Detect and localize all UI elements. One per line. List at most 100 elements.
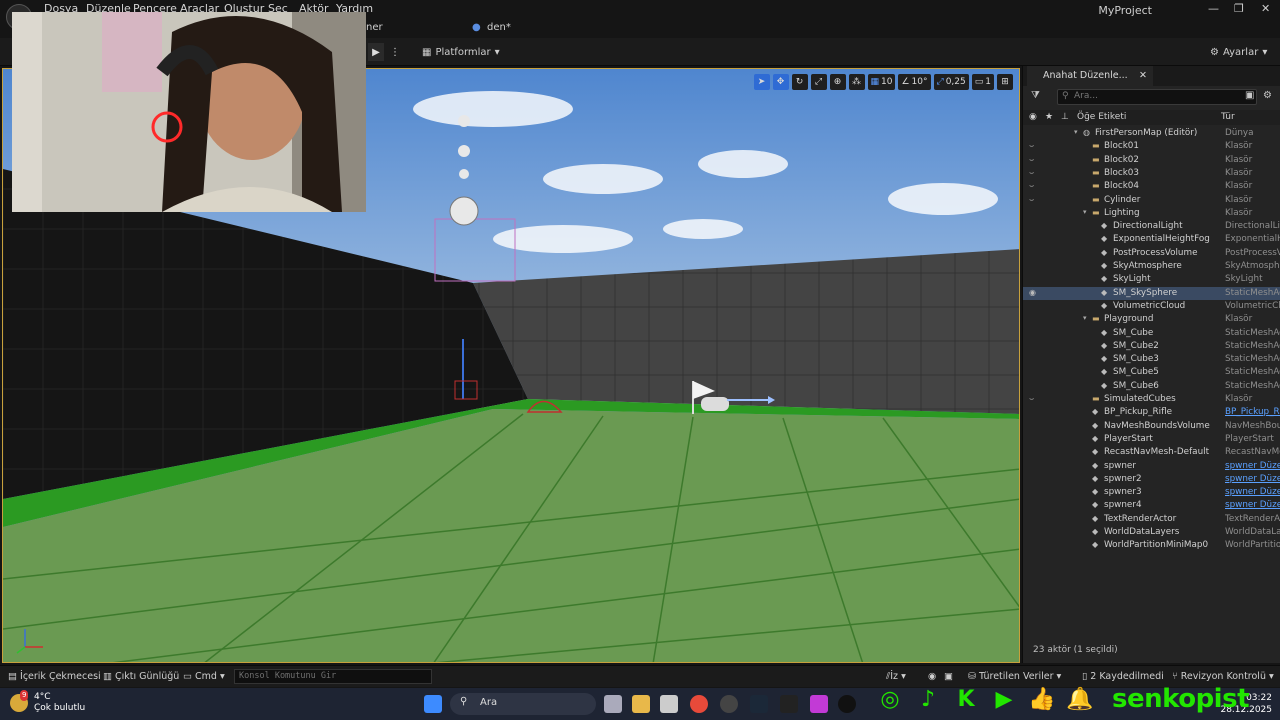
task-view-icon[interactable] — [604, 695, 622, 713]
rotate-icon[interactable]: ↻ — [791, 74, 808, 90]
outliner-row[interactable]: ⌣ ▬ Block03 Klasör — [1023, 167, 1280, 180]
trace-button[interactable]: ⫽İz ▾ — [886, 671, 906, 682]
screenshot-icon[interactable]: ▣ — [944, 671, 953, 682]
outliner-row[interactable]: ▾ ▬ Playground Klasör — [1023, 313, 1280, 326]
outliner-row[interactable]: ◆ VolumetricCloud VolumetricClo — [1023, 300, 1280, 313]
visibility-toggle-icon[interactable]: ⌣ — [1029, 394, 1034, 404]
visibility-toggle-icon[interactable]: ◉ — [1029, 288, 1036, 297]
star-column-icon[interactable]: ★ — [1045, 112, 1053, 122]
tab-level[interactable]: den* — [487, 22, 511, 33]
surface-snap-icon[interactable]: ⁂ — [848, 74, 865, 90]
outliner-row[interactable]: ⌣ ▬ SimulatedCubes Klasör — [1023, 393, 1280, 406]
weather-widget[interactable]: 9 4°C Çok bulutlu — [10, 690, 85, 714]
visibility-column-icon[interactable]: ◉ — [1029, 112, 1037, 122]
close-icon[interactable]: ✕ — [1261, 2, 1270, 15]
outliner-row[interactable]: ◆ SM_Cube5 StaticMeshAc — [1023, 366, 1280, 379]
play-options-icon[interactable]: ⋮ — [390, 43, 400, 61]
outliner-row[interactable]: ◆ spwner3 spwner Düzer — [1023, 486, 1280, 499]
scale-icon[interactable]: ⤢ — [810, 74, 827, 90]
outliner-row-type[interactable]: spwner Düzer — [1225, 461, 1280, 471]
tab-outliner[interactable]: Anahat Düzenle... ✕ — [1027, 66, 1153, 86]
filter-icon[interactable]: ⧩ — [1031, 90, 1040, 101]
file-explorer-icon[interactable] — [632, 695, 650, 713]
outliner-row[interactable]: ◆ SkyLight SkyLight — [1023, 273, 1280, 286]
visibility-toggle-icon[interactable]: ⌣ — [1029, 168, 1034, 178]
play-icon[interactable]: ▶ — [368, 43, 384, 61]
outliner-row[interactable]: ◆ WorldDataLayers WorldDataLay — [1023, 526, 1280, 539]
outliner-row[interactable]: ◆ PlayerStart PlayerStart — [1023, 433, 1280, 446]
close-icon[interactable]: ✕ — [1139, 70, 1147, 81]
outliner-row[interactable]: ◆ spwner2 spwner Düzer — [1023, 473, 1280, 486]
output-log-button[interactable]: ▥ Çıktı Günlüğü — [103, 671, 179, 682]
visibility-toggle-icon[interactable]: ⌣ — [1029, 155, 1034, 165]
rotation-snap-button[interactable]: ∠ 10° — [898, 74, 931, 90]
unsaved-button[interactable]: ▯ 2 Kaydedilmedi — [1082, 671, 1164, 682]
unreal-engine-icon[interactable] — [838, 695, 856, 713]
outliner-row[interactable]: ⌣ ▬ Cylinder Klasör — [1023, 194, 1280, 207]
platforms-button[interactable]: ▦ Platformlar ▾ — [422, 43, 500, 61]
outliner-row[interactable]: ◆ SM_Cube StaticMeshAc — [1023, 327, 1280, 340]
cmd-dropdown[interactable]: ▭ Cmd ▾ — [183, 671, 225, 682]
derived-data-button[interactable]: ⛁ Türetilen Veriler ▾ — [968, 671, 1061, 682]
taskbar-search[interactable]: ⚲ Ara — [450, 693, 596, 715]
outliner-row[interactable]: ◆ PostProcessVolume PostProcessV — [1023, 247, 1280, 260]
outliner-row[interactable]: ◆ SM_Cube3 StaticMeshAc — [1023, 353, 1280, 366]
column-type[interactable]: Tür — [1221, 112, 1235, 122]
maximize-icon[interactable]: ❐ — [1234, 2, 1244, 15]
visibility-toggle-icon[interactable]: ⌣ — [1029, 195, 1034, 205]
outliner-row[interactable]: ◆ RecastNavMesh-Default RecastNavMe — [1023, 446, 1280, 459]
scale-snap-button[interactable]: ⤢ 0,25 — [933, 74, 969, 90]
outliner-row[interactable]: ▾ ◍ FirstPersonMap (Editör) Dünya — [1023, 127, 1280, 140]
visibility-toggle-icon[interactable]: ⌣ — [1029, 141, 1034, 151]
windows-start-icon[interactable] — [424, 695, 442, 713]
camera-speed-button[interactable]: ▭ 1 — [971, 74, 994, 90]
add-folder-icon[interactable]: ▣ — [1245, 90, 1254, 101]
expand-arrow-icon[interactable]: ▾ — [1074, 128, 1078, 136]
expand-arrow-icon[interactable]: ▾ — [1083, 314, 1087, 322]
chrome-icon[interactable] — [690, 695, 708, 713]
outliner-row[interactable]: ⌣ ▬ Block04 Klasör — [1023, 180, 1280, 193]
app-icon[interactable] — [810, 695, 828, 713]
outliner-row-type[interactable]: spwner Düzer — [1225, 500, 1280, 510]
revision-control-button[interactable]: ⑂ Revizyon Kontrolü ▾ — [1172, 671, 1274, 682]
settings-button[interactable]: ⚙ Ayarlar ▾ — [1210, 43, 1267, 61]
column-item-label[interactable]: Öğe Etiketi — [1077, 112, 1126, 122]
outliner-row[interactable]: ◉ ◆ SM_SkySphere StaticMeshAc — [1023, 286, 1280, 300]
outliner-row[interactable]: ◆ WorldPartitionMiniMap0 WorldPartition — [1023, 539, 1280, 552]
layout-icon[interactable]: ⊞ — [997, 74, 1013, 90]
console-input[interactable]: Konsol Komutunu Gir — [234, 669, 432, 684]
pin-column-icon[interactable]: ⊥ — [1061, 112, 1069, 122]
expand-arrow-icon[interactable]: ▾ — [1083, 208, 1087, 216]
epic-games-icon[interactable] — [780, 695, 798, 713]
outliner-row[interactable]: ◆ DirectionalLight DirectionalLig — [1023, 220, 1280, 233]
outliner-row[interactable]: ◆ SkyAtmosphere SkyAtmosphe — [1023, 260, 1280, 273]
outliner-row[interactable]: ◆ spwner4 spwner Düzer — [1023, 499, 1280, 512]
outliner-row-type[interactable]: spwner Düzer — [1225, 487, 1280, 497]
tab-partial[interactable]: ner — [366, 22, 383, 33]
outliner-row-type[interactable]: BP_Pickup_Ri — [1225, 407, 1280, 417]
minimize-icon[interactable]: — — [1208, 2, 1219, 15]
obs-icon[interactable] — [720, 695, 738, 713]
outliner-search-input[interactable]: ⚲ Ara... ▾ — [1057, 89, 1257, 105]
outliner-row[interactable]: ⌣ ▬ Block01 Klasör — [1023, 140, 1280, 153]
outliner-row[interactable]: ◆ TextRenderActor TextRenderAct — [1023, 513, 1280, 526]
translate-icon[interactable]: ✥ — [772, 74, 789, 90]
select-mode-icon[interactable]: ➤ — [753, 74, 770, 90]
outliner-row[interactable]: ◆ ExponentialHeightFog ExponentialHe — [1023, 233, 1280, 246]
outliner-row[interactable]: ◆ spwner spwner Düzer — [1023, 460, 1280, 473]
grid-snap-button[interactable]: ▦ 10 — [867, 74, 896, 90]
outliner-row[interactable]: ▾ ▬ Lighting Klasör — [1023, 207, 1280, 220]
world-space-icon[interactable]: ⊕ — [829, 74, 846, 90]
outliner-row[interactable]: ⌣ ▬ Block02 Klasör — [1023, 154, 1280, 167]
content-drawer-button[interactable]: ▤ İçerik Çekmecesi — [8, 671, 101, 682]
outliner-row[interactable]: ◆ SM_Cube6 StaticMeshAc — [1023, 380, 1280, 393]
steam-icon[interactable] — [750, 695, 768, 713]
store-icon[interactable] — [660, 695, 678, 713]
gear-icon[interactable]: ⚙ — [1263, 90, 1272, 101]
outliner-row[interactable]: ◆ NavMeshBoundsVolume NavMeshBour — [1023, 420, 1280, 433]
outliner-row[interactable]: ◆ BP_Pickup_Rifle BP_Pickup_Ri — [1023, 406, 1280, 419]
record-icon[interactable]: ◉ — [928, 671, 936, 682]
outliner-row[interactable]: ◆ SM_Cube2 StaticMeshAc — [1023, 340, 1280, 353]
outliner-row-type[interactable]: spwner Düzer — [1225, 474, 1280, 484]
visibility-toggle-icon[interactable]: ⌣ — [1029, 181, 1034, 191]
